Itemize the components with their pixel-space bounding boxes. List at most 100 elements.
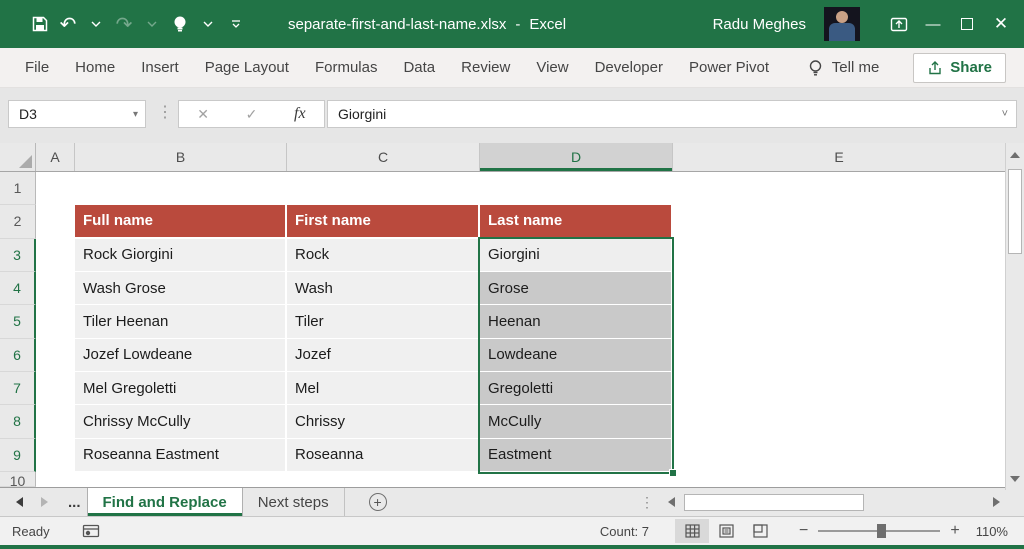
name-box-dropdown-icon[interactable]: ▾: [133, 109, 138, 120]
tab-power-pivot[interactable]: Power Pivot: [676, 59, 782, 76]
maximize-button[interactable]: [950, 0, 984, 48]
formula-bar-expand-icon[interactable]: ˅: [1002, 108, 1008, 120]
next-sheet-icon[interactable]: [41, 497, 48, 507]
account-user-name[interactable]: Radu Meghes: [713, 16, 806, 33]
cell-B8[interactable]: Chrissy McCully: [75, 405, 287, 438]
cell-B7[interactable]: Mel Gregoletti: [75, 372, 287, 405]
vertical-scrollbar-thumb[interactable]: [1008, 169, 1022, 254]
scroll-right-button[interactable]: [987, 493, 1005, 512]
cell-D7[interactable]: Gregoletti: [480, 372, 673, 405]
cell-A5[interactable]: [36, 305, 75, 338]
row-header-9[interactable]: 9: [0, 439, 36, 472]
name-box[interactable]: D3 ▾: [8, 100, 146, 128]
cell-B5[interactable]: Tiler Heenan: [75, 305, 287, 338]
insert-function-icon[interactable]: fx: [276, 105, 324, 123]
row-header-10[interactable]: 10: [0, 472, 36, 487]
column-header-D[interactable]: D: [480, 143, 673, 171]
column-header-B[interactable]: B: [75, 143, 287, 171]
redo-button[interactable]: ↷: [112, 9, 136, 39]
cell-A6[interactable]: [36, 339, 75, 372]
row-header-4[interactable]: 4: [0, 272, 36, 305]
lightbulb-dropdown[interactable]: [196, 9, 220, 39]
tab-file[interactable]: File: [12, 59, 62, 76]
scroll-up-button[interactable]: [1006, 145, 1024, 165]
cell-A9[interactable]: [36, 439, 75, 472]
page-break-preview-button[interactable]: [743, 519, 777, 543]
cell-D8[interactable]: McCully: [480, 405, 673, 438]
zoom-out-button[interactable]: −: [799, 522, 808, 540]
cell-B9[interactable]: Roseanna Eastment: [75, 439, 287, 472]
normal-view-button[interactable]: [675, 519, 709, 543]
column-header-A[interactable]: A: [36, 143, 75, 171]
cell-B2[interactable]: Full name: [75, 205, 287, 238]
close-button[interactable]: ✕: [984, 0, 1018, 48]
scroll-left-button[interactable]: [662, 493, 680, 512]
cell-B3[interactable]: Rock Giorgini: [75, 239, 287, 272]
undo-dropdown[interactable]: [84, 9, 108, 39]
sheet-list-ellipsis[interactable]: ...: [62, 488, 87, 516]
cell-A3[interactable]: [36, 239, 75, 272]
tab-home[interactable]: Home: [62, 59, 128, 76]
zoom-slider-thumb[interactable]: [877, 524, 886, 538]
cell-B6[interactable]: Jozef Lowdeane: [75, 339, 287, 372]
tab-bar-grip-icon[interactable]: ⋮: [640, 494, 662, 511]
undo-button[interactable]: ↶: [56, 9, 80, 39]
cell-D3-active[interactable]: Giorgini: [480, 239, 673, 272]
fill-handle[interactable]: [669, 469, 677, 477]
row-header-1[interactable]: 1: [0, 172, 36, 205]
tab-developer[interactable]: Developer: [582, 59, 676, 76]
tab-view[interactable]: View: [523, 59, 581, 76]
add-sheet-button[interactable]: +: [369, 493, 387, 511]
previous-sheet-icon[interactable]: [16, 497, 23, 507]
cell-C5[interactable]: Tiler: [287, 305, 480, 338]
row-header-7[interactable]: 7: [0, 372, 36, 405]
cell-B4[interactable]: Wash Grose: [75, 272, 287, 305]
tab-formulas[interactable]: Formulas: [302, 59, 391, 76]
cell-C7[interactable]: Mel: [287, 372, 480, 405]
tab-insert[interactable]: Insert: [128, 59, 192, 76]
cell-C3[interactable]: Rock: [287, 239, 480, 272]
cell-C9[interactable]: Roseanna: [287, 439, 480, 472]
cell-C6[interactable]: Jozef: [287, 339, 480, 372]
column-header-E[interactable]: E: [673, 143, 1005, 171]
record-macro-button[interactable]: [82, 524, 100, 539]
enter-icon[interactable]: ✓: [227, 106, 275, 123]
zoom-level[interactable]: 110%: [976, 524, 1008, 539]
tell-me-button[interactable]: Tell me: [808, 59, 880, 77]
cell-A8[interactable]: [36, 405, 75, 438]
tab-data[interactable]: Data: [390, 59, 448, 76]
cell-D5[interactable]: Heenan: [480, 305, 673, 338]
formula-input[interactable]: Giorgini ˅: [327, 100, 1017, 128]
redo-dropdown[interactable]: [140, 9, 164, 39]
cell-A4[interactable]: [36, 272, 75, 305]
zoom-slider[interactable]: [818, 522, 940, 540]
cell-D6[interactable]: Lowdeane: [480, 339, 673, 372]
customize-qat-button[interactable]: [224, 9, 248, 39]
row-header-3[interactable]: 3: [0, 239, 36, 272]
cell-C4[interactable]: Wash: [287, 272, 480, 305]
tab-page-layout[interactable]: Page Layout: [192, 59, 302, 76]
row-header-6[interactable]: 6: [0, 339, 36, 372]
cell-D2[interactable]: Last name: [480, 205, 673, 238]
ribbon-display-options-button[interactable]: [882, 0, 916, 48]
minimize-button[interactable]: —: [916, 0, 950, 48]
formula-bar-grip-icon[interactable]: ⋮: [157, 102, 171, 122]
horizontal-scrollbar-thumb[interactable]: [684, 494, 864, 511]
cell-D4[interactable]: Grose: [480, 272, 673, 305]
cancel-icon[interactable]: ✕: [179, 106, 227, 123]
sheet-tab-find-and-replace[interactable]: Find and Replace: [87, 488, 243, 516]
column-header-C[interactable]: C: [287, 143, 480, 171]
row-header-8[interactable]: 8: [0, 405, 36, 438]
scroll-down-button[interactable]: [1006, 469, 1024, 489]
page-layout-view-button[interactable]: [709, 519, 743, 543]
row-header-2[interactable]: 2: [0, 205, 36, 238]
cell-A7[interactable]: [36, 372, 75, 405]
cell-C2[interactable]: First name: [287, 205, 480, 238]
share-button[interactable]: Share: [913, 53, 1006, 83]
avatar[interactable]: [824, 7, 860, 41]
tab-review[interactable]: Review: [448, 59, 523, 76]
vertical-scrollbar[interactable]: [1005, 143, 1024, 490]
row-header-5[interactable]: 5: [0, 305, 36, 338]
cell-A2[interactable]: [36, 205, 75, 238]
lightbulb-button[interactable]: [168, 9, 192, 39]
